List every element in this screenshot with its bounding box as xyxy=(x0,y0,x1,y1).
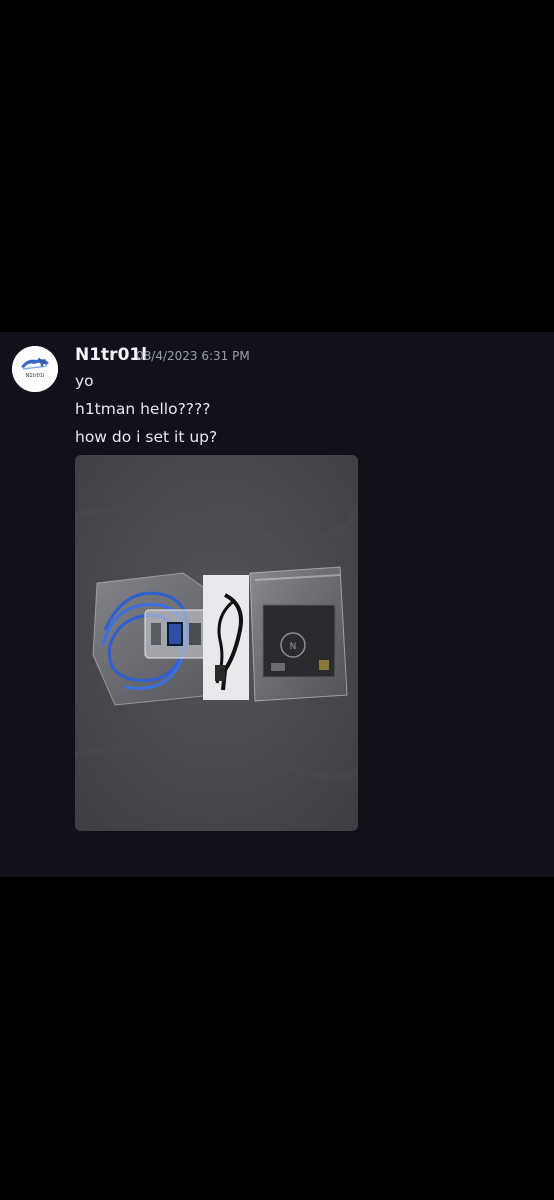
user-avatar[interactable]: N1tr01l xyxy=(12,346,58,392)
chat-message-panel: N1tr01l N1tr01l 08/4/2023 6:31 PM yo h1t… xyxy=(0,332,554,877)
message-timestamp: 08/4/2023 6:31 PM xyxy=(136,349,250,363)
message-line: yo xyxy=(75,372,94,390)
message-line: h1tman hello???? xyxy=(75,400,211,418)
message-line: how do i set it up? xyxy=(75,428,218,446)
svg-text:N: N xyxy=(290,642,297,652)
avatar-logo-icon: N1tr01l xyxy=(12,346,58,392)
cable-pouch xyxy=(203,575,249,700)
screenshot-frame: N1tr01l N1tr01l 08/4/2023 6:31 PM yo h1t… xyxy=(0,0,554,1200)
photo-attachment: N xyxy=(75,455,358,831)
avatar-logo-text: N1tr01l xyxy=(26,373,45,379)
device-bag xyxy=(92,572,216,706)
board-bag: N xyxy=(249,566,348,702)
image-attachment[interactable]: N xyxy=(75,455,358,831)
